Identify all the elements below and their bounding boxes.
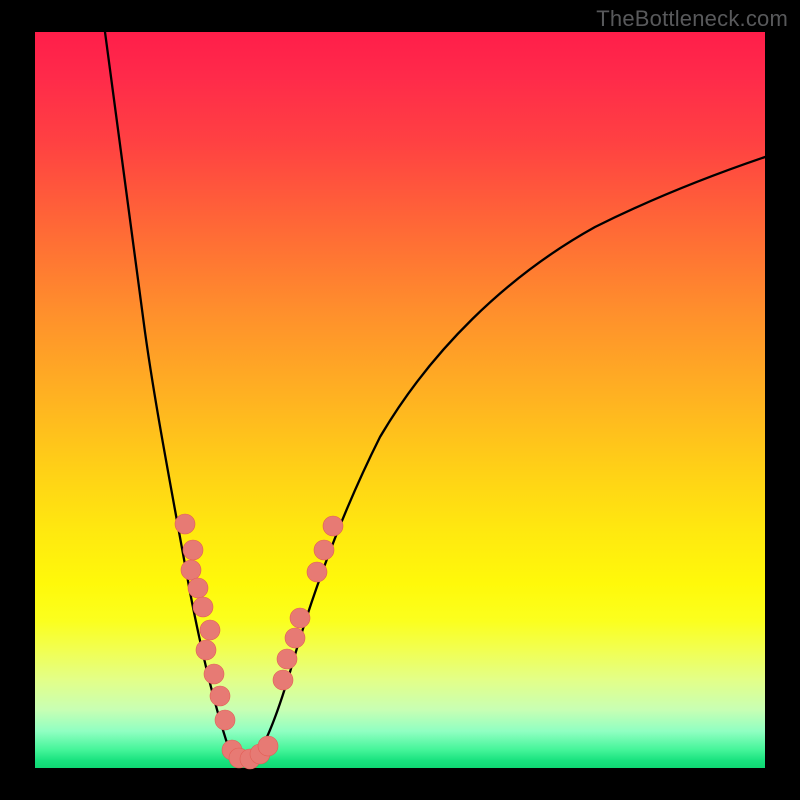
watermark-text: TheBottleneck.com bbox=[596, 6, 788, 32]
data-point bbox=[181, 560, 201, 580]
data-point bbox=[215, 710, 235, 730]
data-point bbox=[307, 562, 327, 582]
data-point bbox=[175, 514, 195, 534]
data-point bbox=[258, 736, 278, 756]
data-point bbox=[277, 649, 297, 669]
data-point bbox=[204, 664, 224, 684]
data-point bbox=[323, 516, 343, 536]
data-point bbox=[200, 620, 220, 640]
data-point bbox=[290, 608, 310, 628]
data-point bbox=[196, 640, 216, 660]
data-point bbox=[273, 670, 293, 690]
data-point bbox=[314, 540, 334, 560]
data-point bbox=[188, 578, 208, 598]
data-point bbox=[183, 540, 203, 560]
curve-svg bbox=[35, 32, 765, 768]
data-point bbox=[193, 597, 213, 617]
chart-frame: TheBottleneck.com bbox=[0, 0, 800, 800]
plot-area bbox=[35, 32, 765, 768]
data-point bbox=[210, 686, 230, 706]
data-point bbox=[285, 628, 305, 648]
data-points-layer bbox=[175, 514, 343, 769]
